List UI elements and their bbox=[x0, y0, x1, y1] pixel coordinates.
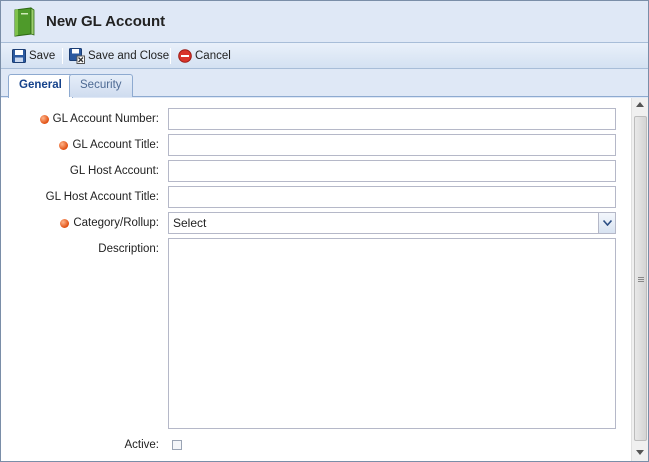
category-rollup-label-text: Category/Rollup: bbox=[73, 217, 159, 229]
category-rollup-selected-value: Select bbox=[173, 216, 207, 230]
category-rollup-dropdown-button[interactable] bbox=[598, 213, 615, 233]
title-bar: New GL Account bbox=[1, 1, 648, 43]
toolbar-separator bbox=[170, 48, 171, 64]
cancel-button[interactable]: Cancel bbox=[178, 47, 231, 65]
gl-account-number-label-text: GL Account Number: bbox=[52, 113, 159, 125]
gl-host-account-label: GL Host Account: bbox=[1, 161, 159, 181]
description-label: Description: bbox=[1, 239, 159, 259]
floppy-disk-icon bbox=[12, 49, 26, 63]
scroll-up-arrow-icon[interactable] bbox=[636, 102, 644, 107]
general-form: GL Account Number: GL Account Title: GL … bbox=[1, 98, 648, 461]
category-rollup-label: Category/Rollup: bbox=[1, 213, 159, 233]
description-textarea[interactable] bbox=[168, 238, 616, 429]
gl-account-title-label-text: GL Account Title: bbox=[72, 139, 159, 151]
save-button-label: Save bbox=[29, 50, 56, 62]
toolbar: Save Save and Close Cancel bbox=[1, 43, 648, 69]
green-book-icon bbox=[11, 7, 37, 37]
gl-host-account-label-text: GL Host Account: bbox=[69, 165, 159, 177]
gl-account-number-input[interactable] bbox=[168, 108, 616, 130]
cancel-circle-icon bbox=[178, 49, 192, 63]
active-checkbox[interactable] bbox=[172, 440, 182, 450]
gl-host-account-title-label-text: GL Host Account Title: bbox=[45, 191, 159, 203]
cancel-button-label: Cancel bbox=[195, 50, 231, 62]
toolbar-separator bbox=[62, 48, 63, 64]
tab-security[interactable]: Security bbox=[69, 74, 133, 97]
active-label: Active: bbox=[1, 435, 159, 455]
window-title: New GL Account bbox=[46, 13, 166, 30]
gl-account-title-label: GL Account Title: bbox=[1, 135, 159, 155]
save-and-close-button[interactable]: Save and Close bbox=[69, 47, 169, 65]
tab-bar: General Security bbox=[1, 69, 648, 98]
save-button[interactable]: Save bbox=[12, 47, 55, 65]
scroll-down-arrow-icon[interactable] bbox=[636, 450, 644, 455]
gl-account-number-label: GL Account Number: bbox=[1, 109, 159, 129]
description-label-text: Description: bbox=[98, 243, 159, 255]
gl-account-title-input[interactable] bbox=[168, 134, 616, 156]
gl-host-account-title-label: GL Host Account Title: bbox=[1, 187, 159, 207]
gl-host-account-input[interactable] bbox=[168, 160, 616, 182]
active-label-text: Active: bbox=[124, 439, 159, 451]
save-and-close-button-label: Save and Close bbox=[88, 50, 170, 62]
required-indicator-icon bbox=[59, 140, 69, 150]
required-indicator-icon bbox=[60, 218, 70, 228]
floppy-disk-close-icon bbox=[69, 48, 85, 64]
required-indicator-icon bbox=[39, 114, 49, 124]
gl-host-account-title-input[interactable] bbox=[168, 186, 616, 208]
new-gl-account-window: New GL Account Save Save and Close Cance… bbox=[0, 0, 649, 462]
scrollbar-grip-icon bbox=[638, 277, 644, 278]
scrollbar-thumb[interactable] bbox=[634, 116, 647, 441]
chevron-down-icon bbox=[602, 220, 612, 226]
category-rollup-select[interactable]: Select bbox=[168, 212, 616, 234]
tab-general[interactable]: General bbox=[8, 74, 73, 98]
vertical-scrollbar[interactable] bbox=[631, 98, 648, 461]
